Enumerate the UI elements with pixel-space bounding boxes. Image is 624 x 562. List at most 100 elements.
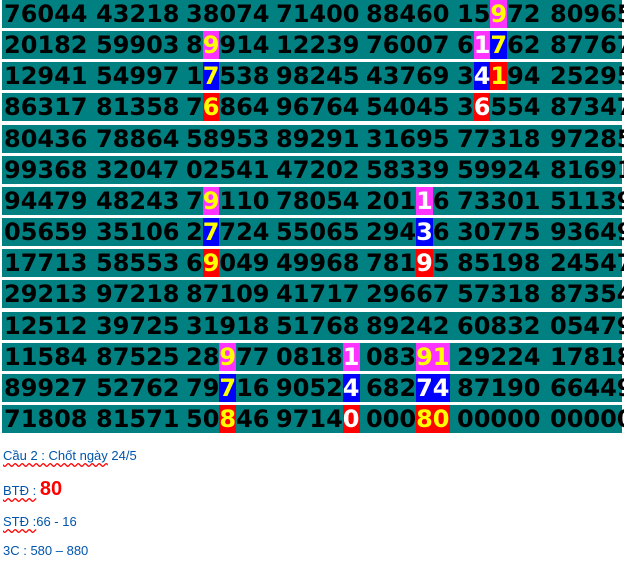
note-btd-value: 80 [39,478,63,500]
highlighted-digit: 1 [342,343,360,371]
digit-group: 11584 [4,343,88,371]
digit-group: 000 [366,405,417,433]
result-number: 30775 [457,218,541,246]
result-number: 87354 [550,280,624,308]
digit-group: 76044 [4,0,88,28]
digit-group: 049 [219,249,270,277]
result-number: 52762 [96,374,180,402]
highlighted-digit: 1 [490,62,508,90]
digit-group: 6 [186,249,203,277]
digit-group: 7 [186,93,203,121]
digit-group: 81571 [96,405,180,433]
result-number: 38074 [186,0,270,28]
result-number: 79110 [186,187,270,215]
digit-group: 51768 [276,312,360,340]
result-number: 29436 [366,218,450,246]
result-row: 76044 4321838074714008846015972 80965 [2,0,624,28]
digit-group: 43218 [96,0,180,28]
digit-group: 9714 [276,405,343,433]
digit-group: 93649 [550,218,624,246]
digit-group: 55065 [276,218,360,246]
result-number: 73301 [457,187,541,215]
result-number: 78864 [96,125,180,153]
digit-group: 7 [186,187,203,215]
highlighted-digit: 9 [416,249,433,277]
result-number: 00000 [550,405,624,433]
result-number: 51139 [550,187,624,215]
digit-group: 76007 [366,31,450,59]
result-number: 31918 [186,312,270,340]
note-chot-prefix: Cầu 2 : Chốt ngày [3,448,108,463]
result-number: 85198 [457,249,541,277]
result-number: 94479 [4,187,88,215]
highlighted-digit: 4 [473,62,491,90]
digit-group: 05659 [4,218,88,246]
digit-group: 5 [432,249,450,277]
digit-group: 30775 [457,218,541,246]
digit-group: 35106 [96,218,180,246]
result-number: 88460 [366,0,450,28]
digit-group: 864 [219,93,270,121]
result-number: 79716 [186,374,270,402]
highlighted-digit: 0 [342,405,360,433]
result-number: 81571 [96,405,180,433]
result-number: 35106 [96,218,180,246]
result-number: 89927 [4,374,88,402]
result-number: 43769 [366,62,450,90]
digit-group: 20182 [4,31,88,59]
note-3c: 3C : 580 – 880 [3,543,89,558]
digit-group: 294 [366,218,417,246]
digit-group: 50 [186,405,220,433]
note-line-3c: 3C : 580 – 880 [3,543,88,558]
result-number: 05659 [4,218,88,246]
digit-group: 80965 [550,0,624,28]
digit-group: 97285 [550,125,624,153]
result-row: 29213 9721887109417172966757318 87354 [2,280,624,308]
digit-group: 15 [457,0,491,28]
result-number: 59924 [457,156,541,184]
result-number: 02541 [186,156,270,184]
note-line-std: STĐ :66 - 16 [3,514,77,529]
highlighted-digit: 1 [473,31,491,59]
result-number: 54997 [96,62,180,90]
digit-group: 41717 [276,280,360,308]
digit-group: 58553 [96,249,180,277]
digit-group: 6 [432,218,450,246]
digit-group: 54997 [96,62,180,90]
result-number: 80965 [550,0,624,28]
result-number: 15972 [457,0,541,28]
result-number: 58553 [96,249,180,277]
highlighted-digit: 9 [202,31,220,59]
digit-group: 39725 [96,312,180,340]
result-row: 20182 5990389914122397600761762 87767 [2,31,624,59]
result-number: 60832 [457,312,541,340]
digit-group: 682 [366,374,417,402]
digit-group: 538 [219,62,270,90]
digit-group: 110 [219,187,270,215]
digit-group: 87190 [457,374,541,402]
highlighted-digit: 74 [416,374,450,402]
result-number: 98245 [276,62,360,90]
result-number: 93649 [550,218,624,246]
result-number: 08181 [276,343,360,371]
digit-group: 71400 [276,0,360,28]
highlighted-digit: 91 [416,343,450,371]
result-number: 81691 [550,156,624,184]
digit-group: 89242 [366,312,450,340]
digit-group: 52762 [96,374,180,402]
digit-group: 6 [432,187,450,215]
result-row: 89927527627971690524682748719066449 [2,374,624,402]
highlighted-digit: 80 [416,405,450,433]
result-number: 76864 [186,93,270,121]
digit-group: 12239 [276,31,360,59]
highlighted-digit: 7 [490,31,508,59]
result-number: 78195 [366,249,450,277]
digit-group: 46 [236,405,270,433]
digit-group: 96764 [276,93,360,121]
digit-group: 554 [490,93,541,121]
digit-group: 72 [507,0,541,28]
note-chot-date: 24/5 [111,448,137,463]
result-number: 76007 [366,31,450,59]
digit-group: 57318 [457,280,541,308]
digit-group: 29213 [4,280,88,308]
